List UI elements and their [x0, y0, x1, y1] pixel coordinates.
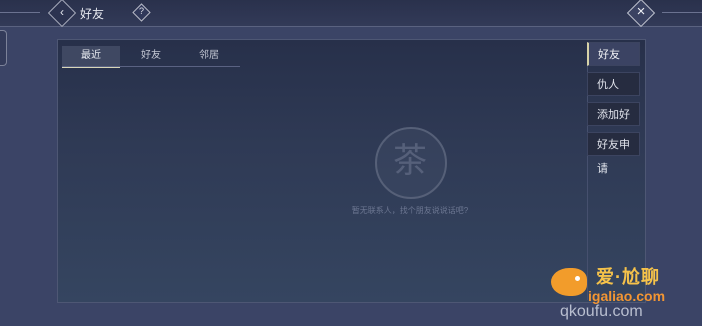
watermark-bottom: qkoufu.com [560, 303, 643, 320]
empty-state-message: 暂无联系人，找个朋友说说话吧? [351, 206, 469, 215]
side-item-enemies[interactable]: 仇人 [587, 72, 640, 96]
decor-line-right [662, 12, 702, 13]
tab-underline [62, 66, 240, 67]
watermark-logo-icon [551, 268, 587, 296]
tab-friends[interactable]: 好友 [122, 46, 180, 66]
side-item-add-friend[interactable]: 添加好友 [587, 102, 640, 145]
side-item-friends[interactable]: 好友 [587, 42, 640, 66]
top-bar [0, 0, 702, 27]
decor-line-left [0, 12, 40, 13]
tab-neighbors[interactable]: 邻居 [180, 46, 238, 66]
empty-emblem-glyph: 茶 [393, 141, 427, 181]
help-icon[interactable]: ? [135, 5, 148, 18]
watermark-url: igaliao.com [588, 288, 666, 304]
friends-panel [57, 39, 646, 303]
close-icon[interactable]: × [632, 2, 650, 22]
page-title: 好友 [80, 7, 105, 21]
watermark-logo-eye [575, 276, 580, 281]
watermark-title: 爱·尬聊 [596, 267, 660, 287]
chevron-left-icon[interactable]: ‹ [55, 3, 69, 21]
tab-recent[interactable]: 最近 [62, 46, 120, 68]
side-item-friend-requests[interactable]: 好友申请 [587, 132, 640, 175]
side-edge-tab[interactable] [0, 30, 7, 66]
